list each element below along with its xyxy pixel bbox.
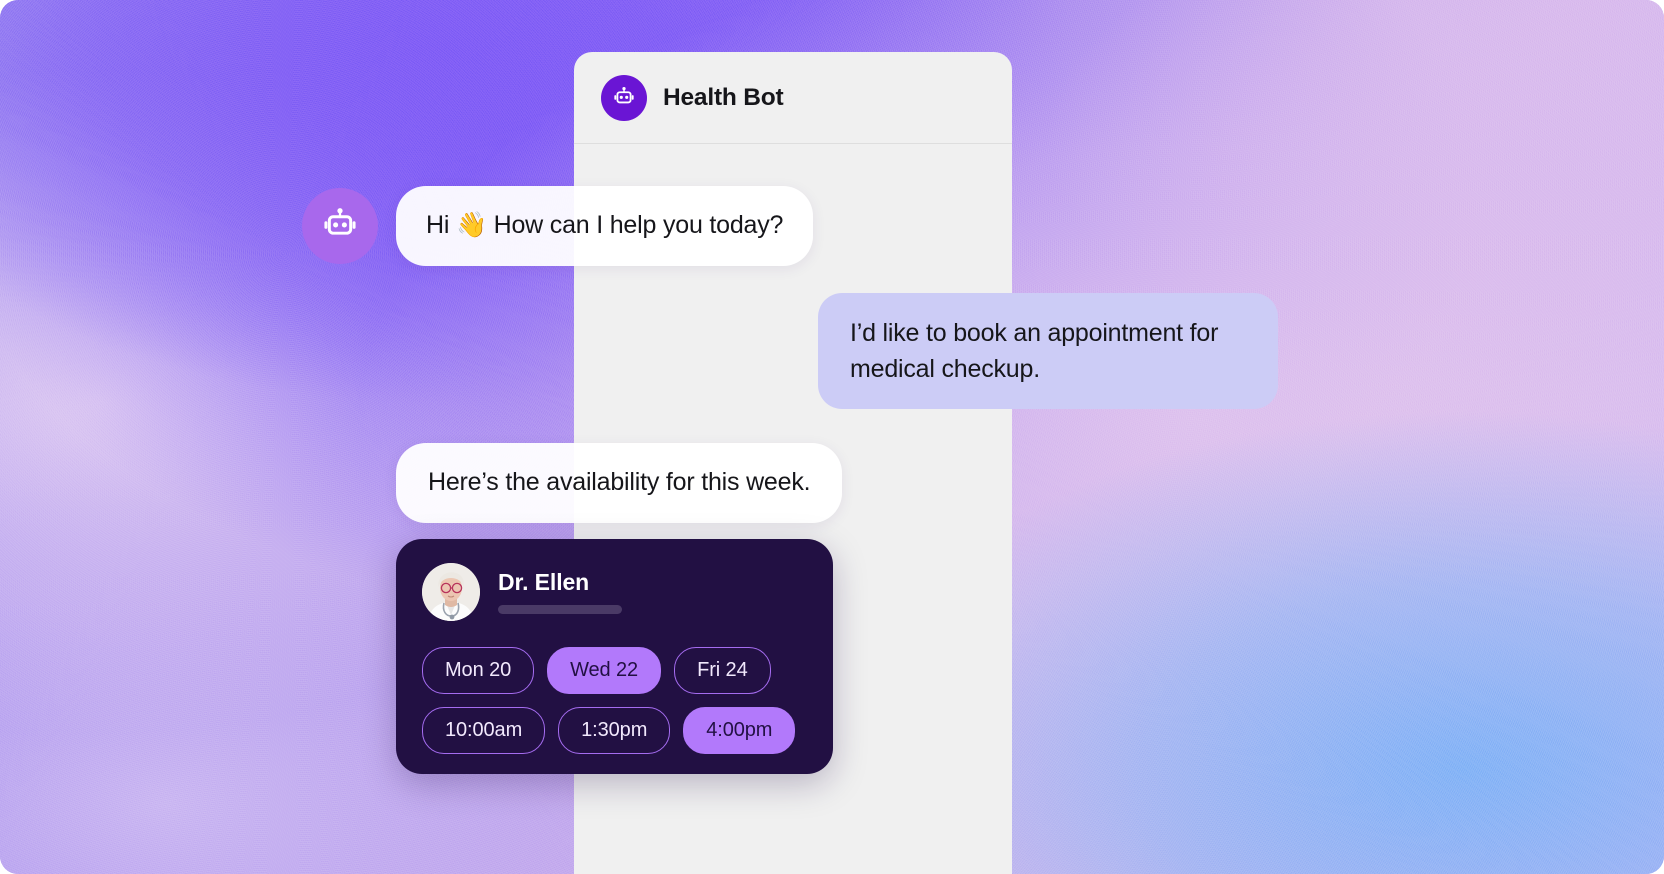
header-divider — [574, 143, 1012, 144]
doctor-availability-card: Dr. Ellen Mon 20 Wed 22 Fri 24 10:00am 1… — [396, 539, 833, 774]
doctor-header: Dr. Ellen — [422, 563, 807, 621]
message-row-bot-2: Here’s the availability for this week. — [396, 443, 843, 523]
page-title: Health Bot — [663, 84, 784, 111]
date-chip-fri[interactable]: Fri 24 — [674, 647, 771, 694]
time-chip-130pm[interactable]: 1:30pm — [558, 707, 671, 754]
date-chip-mon[interactable]: Mon 20 — [422, 647, 535, 694]
chat-header: Health Bot — [574, 52, 1012, 144]
bot-message-bubble: Hi 👋 How can I help you today? — [396, 186, 814, 266]
robot-icon — [611, 85, 637, 111]
time-chip-row: 10:00am 1:30pm 4:00pm — [422, 707, 807, 754]
screenshot-canvas: Health Bot Hi 👋 How can I help you today… — [0, 0, 1664, 874]
robot-icon — [319, 205, 361, 247]
doctor-subtitle-placeholder — [498, 604, 622, 614]
bot-message-bubble: Here’s the availability for this week. — [396, 443, 843, 523]
message-row-bot-1: Hi 👋 How can I help you today? — [302, 186, 814, 266]
header-bot-avatar — [601, 75, 647, 121]
date-chip-row: Mon 20 Wed 22 Fri 24 — [422, 647, 807, 694]
doctor-meta: Dr. Ellen — [498, 568, 622, 614]
time-chip-400pm[interactable]: 4:00pm — [683, 707, 796, 754]
doctor-name: Dr. Ellen — [498, 568, 590, 595]
user-message-bubble: I’d like to book an appointment for medi… — [818, 293, 1278, 409]
date-chip-wed[interactable]: Wed 22 — [547, 647, 662, 694]
message-row-user: I’d like to book an appointment for medi… — [818, 293, 1278, 409]
time-chip-1000am[interactable]: 10:00am — [422, 707, 546, 754]
message-bot-avatar — [302, 187, 378, 264]
doctor-photo-avatar — [422, 563, 480, 621]
